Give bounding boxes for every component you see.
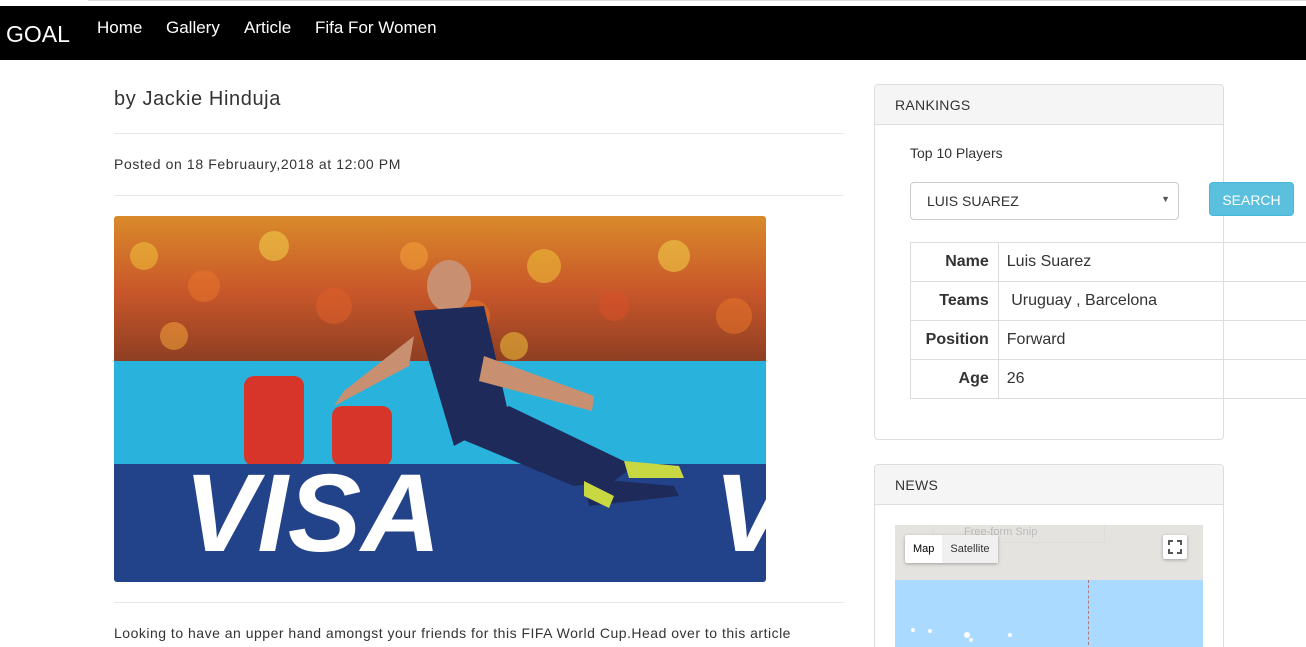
nav-link-gallery[interactable]: Gallery — [166, 18, 220, 38]
top-players-label: Top 10 Players — [910, 145, 1003, 161]
table-row: Teams Uruguay , Barcelona — [910, 281, 1306, 321]
nav-link-article[interactable]: Article — [244, 18, 291, 38]
news-heading: NEWS — [875, 465, 1223, 505]
article-image: VISA V — [114, 216, 766, 582]
news-map[interactable]: Free-form Snip Map Satellite — [895, 525, 1203, 647]
row-key-position: Position — [910, 320, 999, 360]
brand-logo[interactable]: GOAL — [6, 21, 70, 48]
table-row: Age 26 — [910, 359, 1306, 399]
nav-link-home[interactable]: Home — [97, 18, 142, 38]
row-value-teams: Uruguay , Barcelona — [997, 281, 1306, 321]
row-value-name: Luis Suarez — [997, 242, 1306, 282]
article-author: by Jackie Hinduja — [114, 88, 281, 110]
player-select-value: LUIS SUAREZ — [927, 193, 1019, 209]
svg-text:V: V — [714, 452, 766, 575]
rankings-heading: RANKINGS — [875, 85, 1223, 125]
player-select[interactable]: LUIS SUAREZ ▼ — [910, 182, 1179, 220]
nav-link-fifa-for-women[interactable]: Fifa For Women — [315, 18, 437, 38]
row-key-teams: Teams — [910, 281, 999, 321]
table-row: Position Forward — [910, 320, 1306, 360]
article-excerpt: Looking to have an upper hand amongst yo… — [114, 625, 791, 641]
map-islands — [911, 628, 1012, 642]
divider — [114, 133, 844, 134]
divider — [114, 602, 844, 603]
navbar: GOAL Home Gallery Article Fifa For Women — [0, 6, 1306, 60]
search-button[interactable]: SEARCH — [1209, 182, 1294, 216]
player-info-table: Name Luis Suarez Teams Uruguay , Barcelo… — [910, 242, 1306, 399]
divider — [114, 195, 844, 196]
table-row: Name Luis Suarez — [910, 242, 1306, 282]
row-value-position: Forward — [997, 320, 1306, 360]
article-posted-date: Posted on 18 Februaury,2018 at 12:00 PM — [114, 156, 401, 172]
chevron-down-icon: ▼ — [1161, 194, 1170, 204]
row-key-age: Age — [910, 359, 999, 399]
row-key-name: Name — [910, 242, 999, 282]
visa-board-text: VISA — [184, 452, 441, 575]
row-value-age: 26 — [997, 359, 1306, 399]
